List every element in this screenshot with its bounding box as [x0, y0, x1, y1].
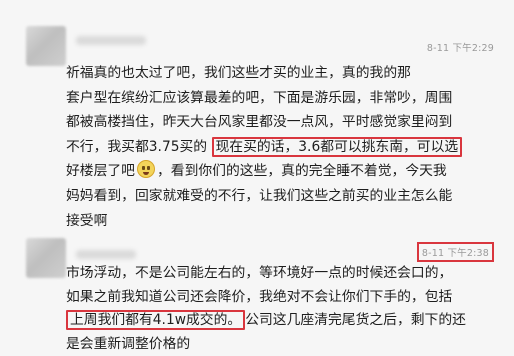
comment-text: 妈妈看到，回家就难受的不行，让我们这些之前买的业主怎么能: [66, 187, 453, 204]
crying-face-emoji-icon: [136, 160, 155, 179]
comment-text: 不行，我买都3.75买的: [66, 138, 208, 155]
comment-2: 8-11 下午2:38 市场浮动，不是公司能左右的，等环境好一点的时候还会口的，…: [0, 228, 514, 353]
comment-text: 如果之前我知道公司还会降价，我绝对不会让你们下手的，包括: [66, 288, 453, 305]
comment-text: 是会重新调整价格的: [66, 335, 191, 352]
avatar-blurred[interactable]: [26, 238, 66, 278]
username-blurred[interactable]: [76, 36, 146, 45]
highlight-box: 现在买的话，3.6都可以挑东南，可以选: [211, 136, 463, 157]
comment-timestamp: 8-11 下午2:29: [426, 43, 494, 54]
username-blurred[interactable]: [76, 250, 136, 259]
avatar-blurred[interactable]: [26, 26, 66, 66]
comment-1: 8-11 下午2:29 祈福真的也太过了吧，我们这些才买的业主，真的我的那 套户…: [0, 0, 514, 229]
comment-text: 祈福真的也太过了吧，我们这些才买的业主，真的我的那: [66, 65, 411, 81]
comment-text: 好楼层了吧: [66, 163, 135, 180]
comment-text: 公司这几座清完尾货之后，剩下的还: [245, 312, 466, 328]
comment-body: 祈福真的也太过了吧，我们这些才买的业主，真的我的那 套户型在缤纷汇应该算最差的吧…: [66, 61, 506, 233]
comment-text: 市场浮动，不是公司能左右的，等环境好一点的时候还会口的，: [66, 265, 453, 281]
comment-body: 市场浮动，不是公司能左右的，等环境好一点的时候还会口的， 如果之前我知道公司还会…: [66, 262, 506, 356]
comment-text: 接受啊: [66, 212, 108, 229]
comment-text: ，看到你们的这些，真的完全睡不着觉，今天我: [156, 163, 447, 180]
comment-text: 都被高楼挡住，昨天大台风家里都没一点风，平时感觉家里闷到: [66, 114, 453, 131]
comment-timestamp-highlighted: 8-11 下午2:38: [416, 242, 494, 262]
comment-text: 套户型在缤纷汇应该算最差的吧，下面是游乐园，非常吵，周围: [66, 89, 453, 106]
highlight-box: 上周我们都有4.1w成交的。: [66, 310, 246, 330]
